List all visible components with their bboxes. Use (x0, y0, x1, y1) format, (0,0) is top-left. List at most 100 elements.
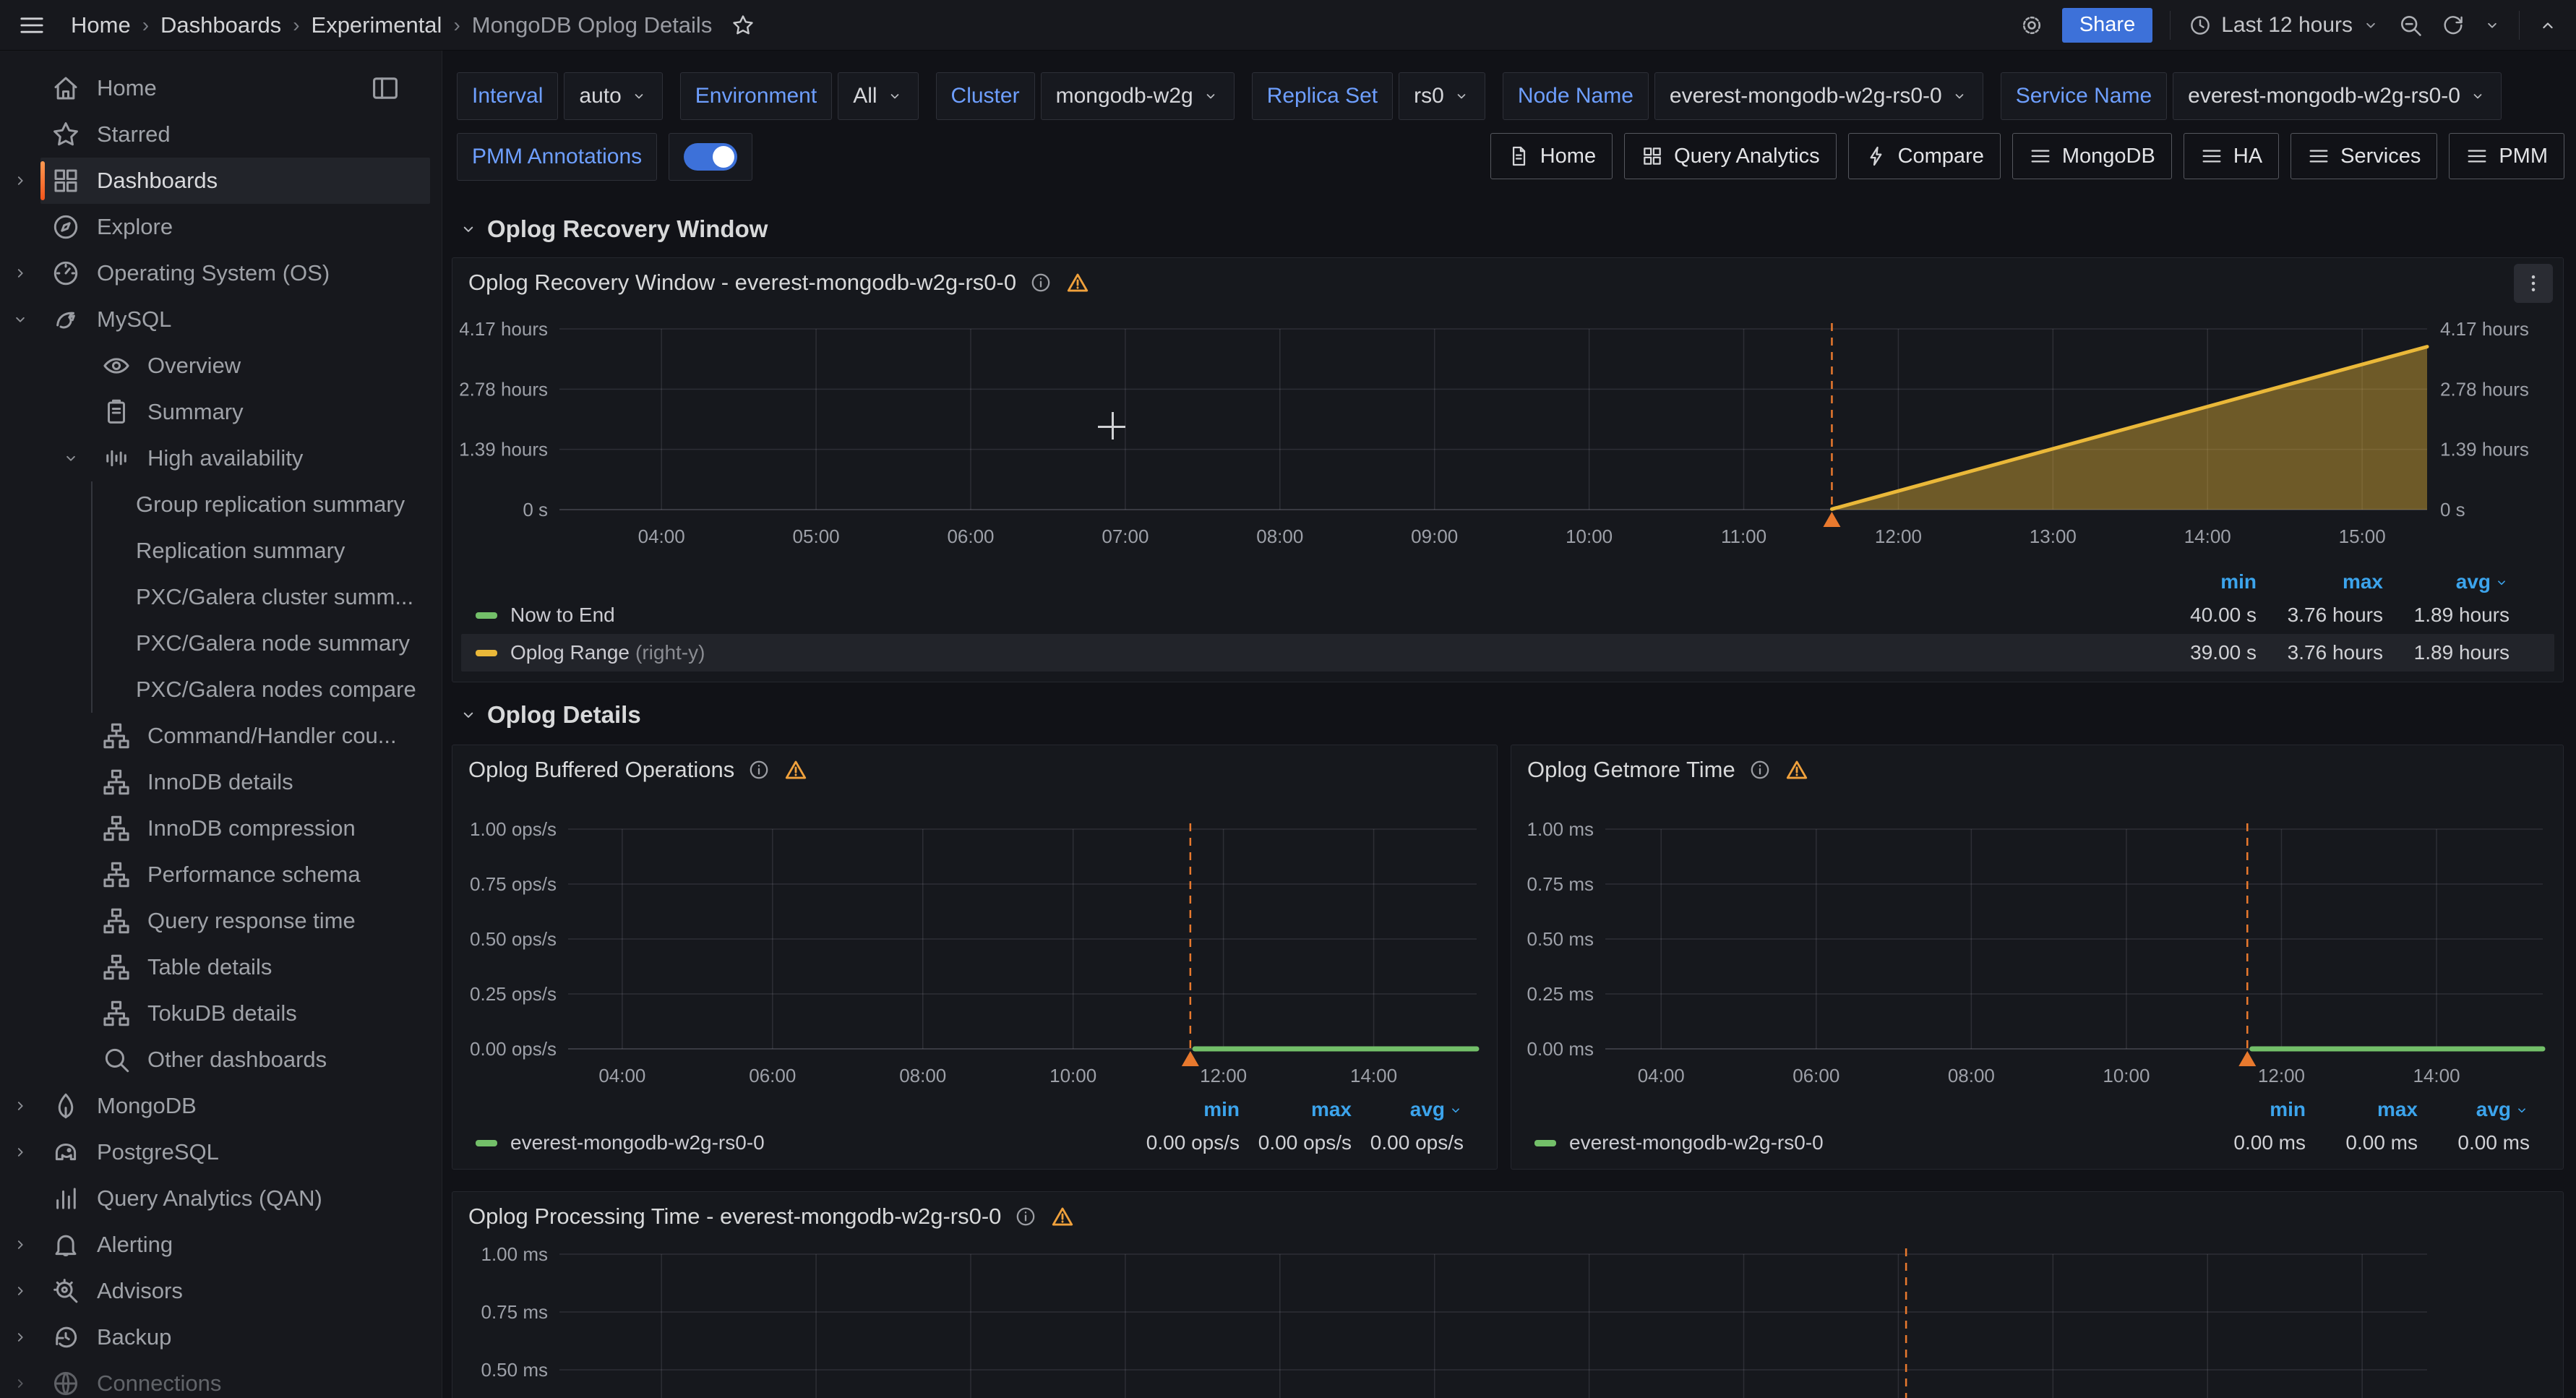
legend-sort-max[interactable]: max (2257, 570, 2383, 593)
chevron-right-icon[interactable] (11, 1374, 30, 1393)
legend-sort-min[interactable]: min (1128, 1098, 1240, 1121)
sidebar-item-operating-system-os[interactable]: Operating System (OS) (0, 250, 442, 296)
variable-value-interval[interactable]: auto (564, 72, 662, 120)
chevron-right-icon[interactable] (11, 1282, 30, 1300)
panel-title-row[interactable]: Oplog Buffered Operations (468, 757, 808, 783)
quicklink-button-pmm[interactable]: PMM (2449, 133, 2564, 179)
sidebar-item-overview[interactable]: Overview (51, 343, 442, 389)
sidebar-item-mongodb[interactable]: MongoDB (0, 1083, 442, 1129)
legend-row-everest-mongodb-w2g-rs0-0[interactable]: everest-mongodb-w2g-rs0-00.00 ms0.00 ms0… (1520, 1124, 2554, 1162)
sidebar-item-summary[interactable]: Summary (51, 389, 442, 435)
chevron-down-icon[interactable] (11, 310, 30, 329)
chevron-right-icon[interactable] (11, 1235, 30, 1254)
sidebar-item-pxc-galera-nodes-compare[interactable]: PXC/Galera nodes compare (51, 666, 442, 713)
panel-warning-icon[interactable] (1785, 758, 1809, 782)
variable-value-environment[interactable]: All (838, 72, 918, 120)
variable-service-name: Service Nameeverest-mongodb-w2g-rs0-0 (2001, 72, 2502, 120)
chevron-right-icon[interactable] (11, 1143, 30, 1162)
breadcrumb-item-experimental[interactable]: Experimental (312, 12, 442, 38)
variable-value-node-name[interactable]: everest-mongodb-w2g-rs0-0 (1654, 72, 1983, 120)
sidebar-item-backup[interactable]: Backup (0, 1314, 442, 1360)
section-oplog-details[interactable]: Oplog Details (458, 701, 641, 729)
sidebar-item-high-availability[interactable]: High availability (51, 435, 442, 481)
panel-warning-icon[interactable] (783, 758, 808, 782)
sidebar-item-explore[interactable]: Explore (0, 204, 442, 250)
variable-value-service-name[interactable]: everest-mongodb-w2g-rs0-0 (2173, 72, 2502, 120)
breadcrumb-item-mongodb-oplog-details[interactable]: MongoDB Oplog Details (472, 12, 713, 38)
panel-info-icon[interactable] (1014, 1205, 1037, 1228)
sidebar-item-performance-schema[interactable]: Performance schema (51, 852, 442, 898)
panel-info-icon[interactable] (1748, 758, 1772, 781)
sidebar-item-command-handler-cou[interactable]: Command/Handler cou... (51, 713, 442, 759)
sidebar-item-dashboards[interactable]: Dashboards (0, 158, 442, 204)
sidebar-item-advisors[interactable]: Advisors (0, 1268, 442, 1314)
sidebar-item-connections[interactable]: Connections (0, 1360, 442, 1398)
time-range-picker[interactable]: Last 12 hours (2188, 13, 2380, 38)
share-button[interactable]: Share (2062, 8, 2152, 43)
breadcrumb-item-home[interactable]: Home (71, 12, 131, 38)
sidebar-item-pxc-galera-cluster-summ[interactable]: PXC/Galera cluster summ... (51, 574, 442, 620)
legend-row-everest-mongodb-w2g-rs0-0[interactable]: everest-mongodb-w2g-rs0-00.00 ops/s0.00 … (461, 1124, 1488, 1162)
panel-warning-icon[interactable] (1065, 270, 1090, 295)
oplog-processing-time-chart[interactable]: 1.00 ms0.75 ms0.50 ms (460, 1238, 2556, 1398)
oplog-getmore-time-chart[interactable]: 0.00 ms0.25 ms0.50 ms0.75 ms1.00 ms04:00… (1517, 803, 2554, 1107)
zoom-out-time-icon[interactable] (2397, 12, 2423, 38)
legend-sort-avg[interactable]: avg (2418, 1098, 2530, 1121)
legend-sort-max[interactable]: max (1240, 1098, 1352, 1121)
sidebar-item-pxc-galera-node-summary[interactable]: PXC/Galera node summary (51, 620, 442, 666)
chevron-right-icon[interactable] (11, 171, 30, 190)
chevron-down-icon[interactable] (61, 449, 80, 468)
panel-info-icon[interactable] (1029, 271, 1052, 294)
legend-row-now-to-end[interactable]: Now to End40.00 s3.76 hours1.89 hours (461, 596, 2554, 634)
sidebar-item-other-dashboards[interactable]: Other dashboards (51, 1037, 442, 1083)
sidebar-item-starred[interactable]: Starred (0, 111, 442, 158)
chevron-right-icon[interactable] (11, 1097, 30, 1115)
panel-title-row[interactable]: Oplog Getmore Time (1527, 757, 1809, 783)
hamburger-menu-icon[interactable] (17, 11, 46, 40)
sidebar-item-innodb-details[interactable]: InnoDB details (51, 759, 442, 805)
legend-sort-avg[interactable]: avg (2383, 570, 2510, 593)
quicklink-button-mongodb[interactable]: MongoDB (2012, 133, 2172, 179)
oplog-buffered-operations-chart[interactable]: 0.00 ops/s0.25 ops/s0.50 ops/s0.75 ops/s… (458, 803, 1488, 1107)
legend-row-oplog-range[interactable]: Oplog Range(right-y)39.00 s3.76 hours1.8… (461, 634, 2554, 672)
sidebar-item-tokudb-details[interactable]: TokuDB details (51, 990, 442, 1037)
legend-sort-min[interactable]: min (2130, 570, 2257, 593)
quicklink-button-ha[interactable]: HA (2184, 133, 2279, 179)
panel-info-icon[interactable] (747, 758, 770, 781)
collapse-sidebar-icon[interactable] (369, 72, 401, 104)
sidebar-item-mysql[interactable]: MySQL (0, 296, 442, 343)
chevron-right-icon[interactable] (11, 264, 30, 283)
favorite-star-icon[interactable] (731, 13, 755, 38)
legend-sort-avg[interactable]: avg (1352, 1098, 1464, 1121)
refresh-dashboard-icon[interactable] (2441, 13, 2465, 38)
panel-title-row[interactable]: Oplog Processing Time - everest-mongodb-… (468, 1204, 1075, 1230)
pmm-annotations-toggle[interactable] (669, 133, 752, 181)
sidebar-item-group-replication-summary[interactable]: Group replication summary (51, 481, 442, 528)
collapse-toolbar-caret-icon[interactable] (2537, 14, 2559, 36)
legend-sort-max[interactable]: max (2306, 1098, 2418, 1121)
sidebar-item-postgresql[interactable]: PostgreSQL (0, 1129, 442, 1175)
series-name: Now to End (510, 604, 2130, 627)
dashboard-settings-gear-icon[interactable] (2019, 12, 2045, 38)
sidebar-item-table-details[interactable]: Table details (51, 944, 442, 990)
legend-sort-min[interactable]: min (2194, 1098, 2306, 1121)
section-oplog-recovery-window[interactable]: Oplog Recovery Window (458, 215, 768, 243)
breadcrumb-item-dashboards[interactable]: Dashboards (160, 12, 281, 38)
sidebar-item-query-response-time[interactable]: Query response time (51, 898, 442, 944)
quicklink-button-home[interactable]: Home (1490, 133, 1613, 179)
oplog-recovery-window-chart[interactable]: 0 s0 s1.39 hours1.39 hours2.78 hours2.78… (460, 310, 2556, 553)
quicklink-button-query-analytics[interactable]: Query Analytics (1624, 133, 1836, 179)
sidebar-item-replication-summary[interactable]: Replication summary (51, 528, 442, 574)
panel-warning-icon[interactable] (1050, 1204, 1075, 1229)
sidebar-item-query-analytics-qan[interactable]: Query Analytics (QAN) (0, 1175, 442, 1222)
sidebar-item-alerting[interactable]: Alerting (0, 1222, 442, 1268)
quicklink-button-compare[interactable]: Compare (1848, 133, 2001, 179)
sidebar-item-innodb-compression[interactable]: InnoDB compression (51, 805, 442, 852)
panel-menu-button[interactable] (2514, 264, 2553, 303)
panel-title-row[interactable]: Oplog Recovery Window - everest-mongodb-… (468, 270, 1090, 296)
variable-value-replica-set[interactable]: rs0 (1399, 72, 1485, 120)
chevron-right-icon[interactable] (11, 1328, 30, 1347)
quicklink-button-services[interactable]: Services (2291, 133, 2437, 179)
refresh-interval-chevron-icon[interactable] (2483, 16, 2502, 35)
variable-value-cluster[interactable]: mongodb-w2g (1041, 72, 1235, 120)
